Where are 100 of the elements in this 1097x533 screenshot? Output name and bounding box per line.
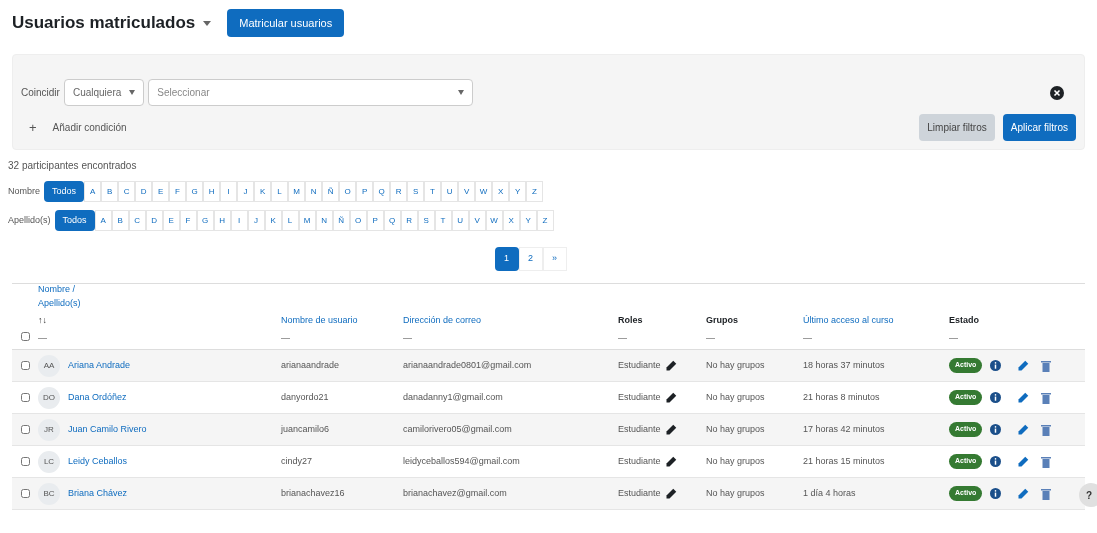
last-access-cell-text: 18 horas 37 minutos	[803, 358, 886, 372]
pencil-icon[interactable]	[664, 455, 677, 468]
email-cell-text: leidyceballos594@gmail.com	[403, 454, 521, 468]
page-title: Usuarios matriculados	[12, 12, 196, 35]
initial-link[interactable]: S	[407, 181, 425, 202]
match-select[interactable]: Cualquiera	[63, 79, 145, 106]
trash-icon[interactable]	[1041, 391, 1052, 404]
info-icon[interactable]	[990, 488, 1002, 499]
username-cell-text: brianachavez16	[281, 486, 346, 500]
initial-link[interactable]: X	[492, 181, 510, 202]
row-checkbox[interactable]	[20, 393, 30, 402]
trash-icon[interactable]	[1041, 487, 1052, 500]
initial-link[interactable]: R	[390, 181, 408, 202]
role-cell-text: Estudiante	[618, 358, 661, 372]
collapse-link[interactable]: —	[803, 331, 812, 345]
initials-label: Apellido(s)	[8, 213, 51, 227]
initial-link[interactable]: E	[152, 181, 170, 202]
groups-cell-text: No hay grupos	[706, 422, 766, 436]
initial-link[interactable]: Y	[509, 181, 527, 202]
initial-link[interactable]: N	[305, 181, 323, 202]
avatar: AA	[38, 354, 60, 377]
initial-link[interactable]: V	[458, 181, 476, 202]
initial-link[interactable]: B	[101, 181, 119, 202]
initial-link[interactable]: L	[271, 181, 289, 202]
caret-icon[interactable]	[203, 19, 212, 27]
initial-link[interactable]: M	[288, 181, 306, 202]
initial-link[interactable]: A	[84, 181, 102, 202]
column-header: Grupos	[706, 314, 739, 327]
initial-link[interactable]: Q	[373, 181, 391, 202]
column-header[interactable]: Dirección de correo	[403, 314, 618, 328]
trash-icon[interactable]	[1041, 455, 1052, 468]
initial-link[interactable]: A	[94, 210, 112, 231]
info-icon[interactable]	[990, 456, 1002, 467]
select-all-checkbox[interactable]	[20, 332, 30, 341]
apply-filters-button[interactable]: Aplicar filtros	[1002, 114, 1076, 141]
close-icon[interactable]	[1050, 85, 1064, 100]
trash-icon[interactable]	[1041, 423, 1052, 436]
initial-link[interactable]: Ñ	[322, 181, 340, 202]
caret-icon	[129, 90, 136, 95]
initial-link[interactable]: Todos	[54, 210, 95, 231]
avatar: DO	[38, 386, 60, 409]
user-name-link[interactable]: Dana Ordóñez	[68, 390, 127, 405]
pencil-icon[interactable]	[664, 423, 677, 436]
groups-cell-text: No hay grupos	[706, 486, 766, 500]
column-header[interactable]: Nombre / Apellido(s)	[38, 283, 98, 310]
info-icon[interactable]	[990, 392, 1002, 403]
initial-link[interactable]: I	[220, 181, 238, 202]
add-condition-button[interactable]: + Añadir condición	[21, 117, 135, 138]
page-link[interactable]: »	[542, 247, 567, 271]
last-access-cell-text: 17 horas 42 minutos	[803, 422, 886, 436]
column-header: Estado	[949, 314, 980, 327]
initials-label: Nombre	[8, 184, 40, 198]
initial-link[interactable]: J	[237, 181, 255, 202]
pencil-icon[interactable]	[664, 359, 677, 372]
column-header[interactable]: Nombre de usuario	[281, 314, 403, 328]
match-label: Coincidir	[21, 86, 60, 100]
collapse-link[interactable]: —	[281, 331, 290, 345]
info-icon[interactable]	[990, 360, 1002, 371]
column-header[interactable]: Último acceso al curso	[803, 314, 949, 328]
role-cell-text: Estudiante	[618, 454, 661, 468]
user-name-link[interactable]: Briana Chávez	[68, 486, 128, 501]
sort-icon[interactable]: ↑↓	[38, 314, 47, 328]
initial-link[interactable]: G	[186, 181, 204, 202]
user-name-link[interactable]: Leidy Ceballos	[68, 454, 128, 469]
info-icon[interactable]	[990, 424, 1002, 435]
email-cell-text: camilorivero05@gmail.com	[403, 422, 513, 436]
trash-icon[interactable]	[1041, 359, 1052, 372]
initial-link[interactable]: C	[118, 181, 136, 202]
initial-link[interactable]: O	[339, 181, 357, 202]
page-link[interactable]: 2	[518, 247, 543, 271]
row-checkbox[interactable]	[20, 361, 30, 370]
initial-link[interactable]: T	[424, 181, 442, 202]
last-access-cell-text: 1 día 4 horas	[803, 486, 857, 500]
initial-link[interactable]: Z	[526, 181, 544, 202]
user-name-link[interactable]: Ariana Andrade	[68, 358, 131, 373]
row-checkbox[interactable]	[20, 489, 30, 498]
collapse-link[interactable]: —	[949, 331, 958, 345]
pencil-icon[interactable]	[664, 487, 677, 500]
collapse-link[interactable]: —	[706, 331, 715, 345]
condition-select[interactable]: Seleccionar	[148, 79, 474, 106]
collapse-link[interactable]: —	[38, 331, 47, 345]
pencil-icon[interactable]	[664, 391, 677, 404]
row-checkbox[interactable]	[20, 425, 30, 434]
collapse-link[interactable]: —	[618, 331, 627, 345]
collapse-link[interactable]: —	[403, 331, 412, 345]
page-link[interactable]: 1	[494, 247, 519, 271]
initial-link[interactable]: W	[475, 181, 493, 202]
initial-link[interactable]: P	[356, 181, 374, 202]
initial-link[interactable]: U	[441, 181, 459, 202]
initial-link[interactable]: Todos	[44, 181, 85, 202]
initial-link[interactable]: K	[254, 181, 272, 202]
initial-link[interactable]: D	[135, 181, 153, 202]
clear-filters-button[interactable]: Limpiar filtros	[919, 114, 995, 141]
username-cell-text: arianaandrade	[281, 358, 341, 372]
row-checkbox[interactable]	[20, 457, 30, 466]
username-cell-text: cindy27	[281, 454, 314, 468]
enrol-users-button[interactable]: Matricular usuarios	[227, 8, 345, 38]
user-name-link[interactable]: Juan Camilo Rivero	[68, 422, 147, 437]
initial-link[interactable]: F	[169, 181, 187, 202]
initial-link[interactable]: H	[203, 181, 221, 202]
